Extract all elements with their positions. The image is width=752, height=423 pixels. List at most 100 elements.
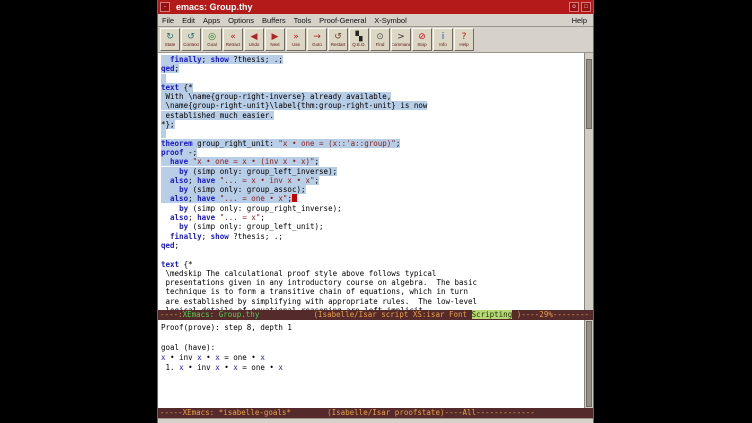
info-icon: i <box>442 32 445 42</box>
command-icon: > <box>397 32 405 42</box>
menu-buffers[interactable]: Buffers <box>262 14 286 27</box>
code-line: finally; show ?thesis; .; <box>161 232 584 241</box>
titlebar[interactable]: - emacs: Group.thy o □ <box>158 0 593 14</box>
goals-buffer[interactable]: Proof(prove): step 8, depth 1 goal (have)… <box>158 320 593 408</box>
toolbar-label: Retract <box>226 42 241 47</box>
window-menu-button[interactable]: - <box>160 2 170 12</box>
toolbar-label: Help <box>459 42 468 47</box>
code-line: presentations given in any introductory … <box>161 278 584 287</box>
script-buffer[interactable]: finally; show ?thesis; .;qed; text {* Wi… <box>158 53 593 310</box>
toolbar-label: State <box>165 42 176 47</box>
help-icon: ? <box>462 32 467 42</box>
toolbar-qed-button[interactable]: ▚Q.E.D. <box>349 28 369 51</box>
minibuffer[interactable] <box>158 418 593 423</box>
xemacs-window: - emacs: Group.thy o □ File Edit Apps Optio… <box>157 0 594 423</box>
menu-x-symbol[interactable]: X-Symbol <box>374 14 407 27</box>
stop-icon: ⊘ <box>418 32 426 42</box>
menu-edit[interactable]: Edit <box>182 14 195 27</box>
code-line: \medskip The calculational proof style a… <box>161 269 584 278</box>
toolbar-label: Q.E.D. <box>352 42 366 47</box>
toolbar-command-button[interactable]: >Command <box>391 28 411 51</box>
code-line <box>161 129 584 138</box>
code-line: With \name{group-right-inverse} already … <box>161 92 584 101</box>
state-icon: ↻ <box>166 32 174 42</box>
menu-proof-general[interactable]: Proof-General <box>319 14 366 27</box>
maximize-button[interactable]: □ <box>581 2 591 12</box>
toolbar-next-button[interactable]: ▶Next <box>265 28 285 51</box>
code-line: Proof(prove): step 8, depth 1 <box>161 323 584 333</box>
toolbar-label: Info <box>439 42 447 47</box>
menu-tools[interactable]: Tools <box>294 14 312 27</box>
editor-code[interactable]: finally; show ?thesis; .;qed; text {* Wi… <box>158 53 584 310</box>
text-cursor <box>292 194 297 202</box>
code-line: goal (have): <box>161 343 584 353</box>
find-icon: ⊙ <box>376 32 384 42</box>
modeline-script: ----:XEmacs: Group.thy (Isabelle/Isar sc… <box>158 310 593 320</box>
restart-icon: ↺ <box>334 32 342 42</box>
toolbar-label: Find <box>376 42 385 47</box>
toolbar-label: Use <box>292 42 300 47</box>
toolbar-label: Undo <box>249 42 260 47</box>
code-line: also; have "... = x"; <box>161 213 584 222</box>
code-line: text {* <box>161 260 584 269</box>
code-line: technique is to form a transitive chain … <box>161 287 584 296</box>
goals-scrollbar[interactable] <box>584 320 593 408</box>
menu-file[interactable]: File <box>162 14 174 27</box>
toolbar-goto-button[interactable]: →Goto <box>307 28 327 51</box>
toolbar-help-button[interactable]: ?Help <box>454 28 474 51</box>
toolbar-label: Stop <box>417 42 426 47</box>
toolbar-label: Next <box>270 42 279 47</box>
toolbar-retract-button[interactable]: «Retract <box>223 28 243 51</box>
retract-icon: « <box>230 32 236 42</box>
menu-options[interactable]: Options <box>228 14 254 27</box>
toolbar-info-button[interactable]: iInfo <box>433 28 453 51</box>
toolbar-restart-button[interactable]: ↺Restart <box>328 28 348 51</box>
toolbar-label: Restart <box>331 42 346 47</box>
toolbar: ↻State↺Context◎Goal«Retract◀Undo▶Next»Us… <box>158 27 593 53</box>
toolbar-state-button[interactable]: ↻State <box>160 28 180 51</box>
modeline-goals: -----XEmacs: *isabelle-goals* (Isabelle/… <box>158 408 593 418</box>
undo-icon: ◀ <box>251 32 258 42</box>
code-line <box>161 74 584 83</box>
toolbar-stop-button[interactable]: ⊘Stop <box>412 28 432 51</box>
next-icon: ▶ <box>272 32 279 42</box>
code-line: \name{group-right-unit}\label{thm:group-… <box>161 101 584 110</box>
use-icon: » <box>293 32 299 42</box>
toolbar-label: Context <box>183 42 199 47</box>
menubar: File Edit Apps Options Buffers Tools Proof-Gen… <box>158 14 593 27</box>
code-line: by (simp only: group_left_inverse); <box>161 167 584 176</box>
code-line: x • inv x • x = one • x <box>161 353 584 363</box>
goals-code[interactable]: Proof(prove): step 8, depth 1 goal (have)… <box>158 320 584 408</box>
code-line <box>161 250 584 259</box>
editor-scrollbar-thumb[interactable] <box>586 59 592 129</box>
code-line: proof -; <box>161 148 584 157</box>
minimize-button[interactable]: o <box>569 2 579 12</box>
code-line: established much easier. <box>161 111 584 120</box>
code-line: *}; <box>161 120 584 129</box>
code-line: by (simp only: group_right_inverse); <box>161 204 584 213</box>
toolbar-label: Goal <box>207 42 217 47</box>
window-title: emacs: Group.thy <box>172 0 567 14</box>
toolbar-find-button[interactable]: ⊙Find <box>370 28 390 51</box>
code-line: by (simp only: group_assoc); <box>161 185 584 194</box>
goals-scrollbar-thumb[interactable] <box>586 321 592 407</box>
toolbar-undo-button[interactable]: ◀Undo <box>244 28 264 51</box>
editor-scrollbar[interactable] <box>584 53 593 310</box>
code-line: finally; show ?thesis; .; <box>161 55 584 64</box>
toolbar-label: Goto <box>312 42 322 47</box>
code-line: by (simp only: group_left_unit); <box>161 222 584 231</box>
toolbar-context-button[interactable]: ↺Context <box>181 28 201 51</box>
code-line: also; have "... = one • x"; <box>161 194 584 203</box>
code-line: have "x • one = x • (inv x • x)"; <box>161 157 584 166</box>
menu-help[interactable]: Help <box>572 14 587 27</box>
toolbar-goal-button[interactable]: ◎Goal <box>202 28 222 51</box>
code-line: text {* <box>161 83 584 92</box>
code-line <box>161 333 584 343</box>
code-line: are established by simplifying with appr… <box>161 297 584 306</box>
code-line: 1. x • inv x • x = one • x <box>161 363 584 373</box>
menu-apps[interactable]: Apps <box>203 14 220 27</box>
goal-icon: ◎ <box>208 32 216 42</box>
toolbar-label: Command <box>391 42 411 47</box>
toolbar-use-button[interactable]: »Use <box>286 28 306 51</box>
menubar-items: File Edit Apps Options Buffers Tools Proof-Gen… <box>162 14 415 27</box>
